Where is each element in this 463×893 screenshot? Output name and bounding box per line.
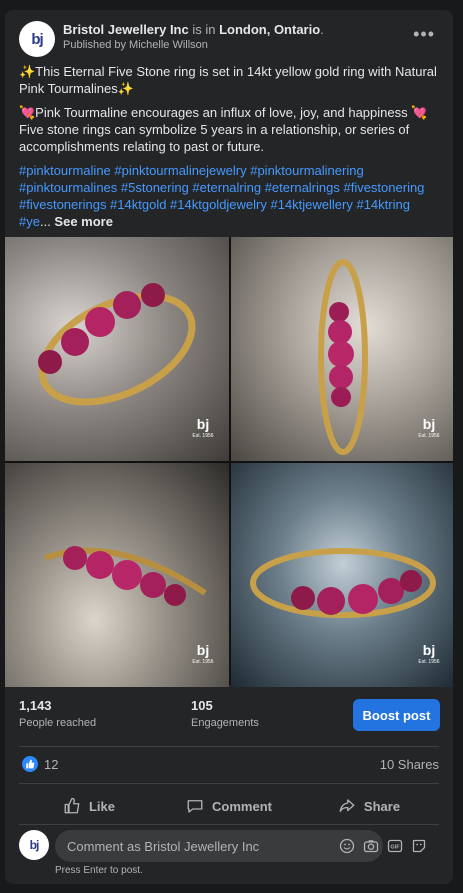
divider: [19, 746, 439, 747]
see-more-link[interactable]: See more: [51, 214, 113, 229]
post-paragraph-1: ✨This Eternal Five Stone ring is set in …: [19, 64, 437, 96]
post-hashtags-block: #pinktourmaline #pinktourmalinejewelry #…: [19, 162, 444, 230]
divider: [19, 824, 439, 825]
people-reached-value: 1,143: [19, 698, 52, 713]
post-card: bj Bristol Jewellery Inc is in London, O…: [5, 10, 453, 884]
more-icon[interactable]: •••: [413, 24, 435, 45]
comment-input[interactable]: [55, 830, 383, 862]
people-reached-label: People reached: [19, 717, 97, 729]
published-by: Published by Michelle Willson: [63, 39, 208, 51]
svg-text:GIF: GIF: [390, 845, 400, 851]
comment-icon: [187, 800, 203, 813]
ellipsis: ...: [39, 214, 51, 229]
like-label: Like: [88, 798, 115, 814]
shares-count[interactable]: 10 Shares: [380, 757, 439, 772]
ring-photo-4[interactable]: bj Est. 1956: [231, 463, 453, 687]
watermark-logo: bj Est. 1956: [418, 642, 440, 665]
post-author-line: Bristol Jewellery Inc is in London, Onta…: [63, 22, 324, 37]
sticker-icon[interactable]: [411, 838, 427, 854]
engagements-value: 105: [191, 698, 213, 713]
photo-grid: bj Est. 1956 bj Est. 1956 bj Est. 1956 b…: [5, 237, 453, 687]
engagements[interactable]: 105 Engagements: [191, 698, 259, 729]
post-actions: Like Comment Share: [19, 790, 439, 822]
comment-tools: GIF: [339, 838, 427, 854]
watermark-logo: bj Est. 1956: [192, 642, 214, 665]
comment-label: Comment: [212, 798, 272, 814]
like-reaction-icon[interactable]: [22, 756, 38, 772]
page-name-link[interactable]: Bristol Jewellery Inc: [63, 22, 189, 37]
post-text: ✨This Eternal Five Stone ring is set in …: [19, 63, 444, 237]
post-paragraph-2: 💘Pink Tourmaline encourages an influx of…: [19, 105, 428, 154]
ring-photo-3[interactable]: bj Est. 1956: [5, 463, 229, 687]
people-reached[interactable]: 1,143 People reached: [19, 698, 96, 729]
comment-composer: bj GIF: [19, 830, 439, 862]
location-suffix: .: [320, 22, 324, 37]
comment-button[interactable]: Comment: [159, 790, 299, 822]
boost-post-button[interactable]: Boost post: [353, 699, 440, 731]
share-icon: [339, 799, 355, 812]
comment-hint: Press Enter to post.: [55, 865, 143, 876]
ring-photo-2[interactable]: bj Est. 1956: [231, 237, 453, 461]
camera-icon[interactable]: [363, 838, 379, 854]
like-icon: [64, 797, 80, 814]
is-in-text: is in: [188, 22, 220, 37]
post-header: bj Bristol Jewellery Inc is in London, O…: [5, 10, 453, 62]
share-label: Share: [363, 798, 401, 814]
gif-icon[interactable]: GIF: [387, 838, 403, 854]
divider: [19, 783, 439, 784]
page-avatar[interactable]: bj: [19, 21, 55, 57]
engagements-label: Engagements: [191, 717, 259, 729]
reactions-bar: 12 10 Shares: [19, 755, 439, 775]
reaction-count[interactable]: 12: [44, 757, 58, 772]
watermark-logo: bj Est. 1956: [418, 416, 440, 439]
location-link[interactable]: London, Ontario: [219, 22, 320, 37]
ring-photo-1[interactable]: bj Est. 1956: [5, 237, 229, 461]
like-button[interactable]: Like: [19, 790, 159, 822]
share-button[interactable]: Share: [299, 790, 439, 822]
post-insights: 1,143 People reached 105 Engagements Boo…: [5, 695, 453, 745]
watermark-logo: bj Est. 1956: [192, 416, 214, 439]
commenter-avatar[interactable]: bj: [19, 830, 49, 860]
emoji-icon[interactable]: [339, 838, 355, 854]
